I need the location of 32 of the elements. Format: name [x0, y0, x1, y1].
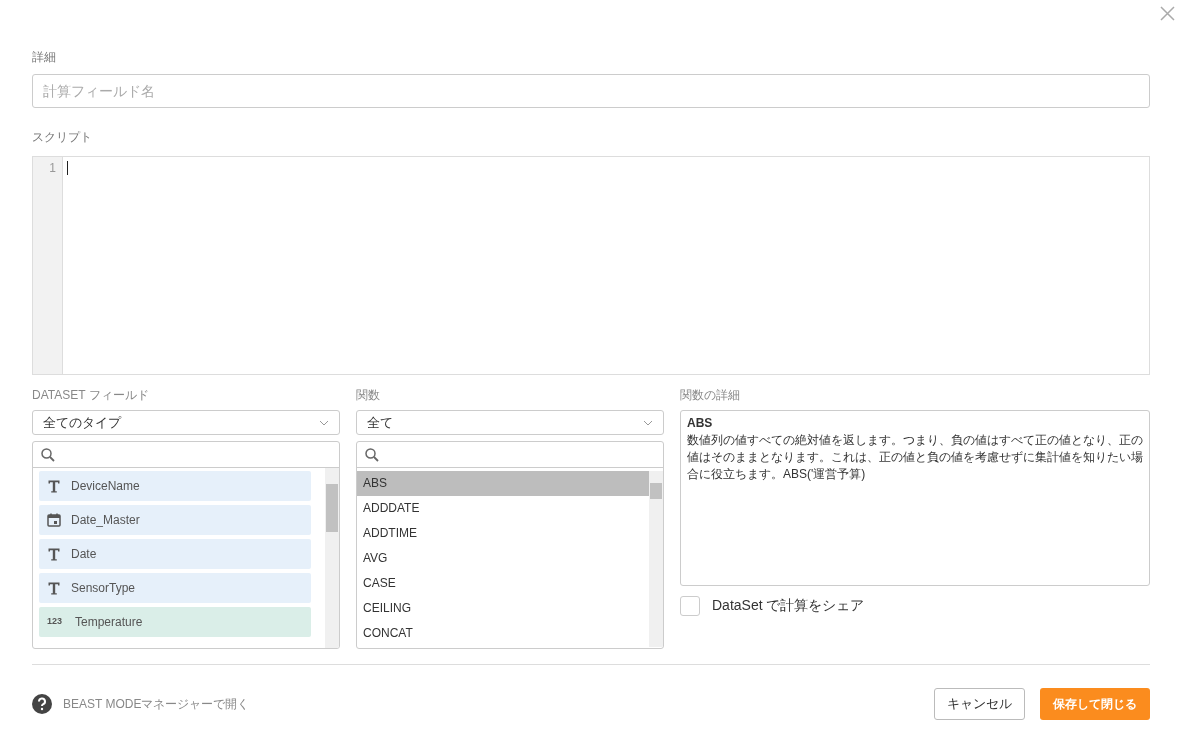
name-input-field[interactable]: 計算フィールド名 — [32, 74, 1150, 108]
help-icon — [32, 694, 52, 714]
function-description: 数値列の値すべての絶対値を返します。つまり、負の値はすべて正の値となり、正の値はそのままとなります。これは、正の値と負の値を考慮せずに集計値を知りたい場合に役立ちます。ABS('運営予算) — [687, 432, 1143, 483]
type-select[interactable]: 全てのタイプ — [32, 410, 340, 435]
field-item[interactable]: Date_Master — [39, 505, 311, 535]
text-cursor — [67, 161, 68, 175]
checkbox-label: DataSet で計算をシェア — [712, 596, 865, 615]
open-manager-link[interactable]: BEAST MODEマネージャーで開く — [63, 695, 934, 713]
close-icon[interactable] — [1160, 6, 1175, 21]
function-item[interactable]: ABS — [357, 471, 649, 496]
field-item[interactable]: 123 Temperature — [39, 607, 311, 637]
field-label: スクリプト — [32, 129, 93, 146]
field-item[interactable]: Date — [39, 539, 311, 569]
field-label: 関数 — [356, 387, 381, 404]
line-number: 1 — [48, 160, 56, 177]
function-name: ABS — [687, 415, 714, 432]
search-icon — [41, 447, 55, 462]
share-checkbox[interactable] — [680, 595, 700, 616]
search-icon — [365, 447, 379, 462]
category-select[interactable]: 全て — [356, 410, 664, 435]
chevron-down-icon — [643, 419, 653, 426]
field-item[interactable]: DeviceName — [39, 471, 311, 501]
field-label: 詳細 — [32, 49, 57, 66]
number-type-label: 123 — [47, 615, 64, 629]
scrollbar[interactable] — [325, 468, 339, 648]
field-item[interactable]: SensorType — [39, 573, 311, 603]
calendar-icon — [47, 513, 61, 527]
field-label: DATASET フィールド — [32, 387, 150, 404]
field-label: 関数の詳細 — [680, 387, 741, 404]
scrollbar[interactable] — [649, 471, 663, 647]
chevron-down-icon — [319, 419, 329, 426]
cancel-button[interactable]: キャンセル — [934, 688, 1025, 720]
